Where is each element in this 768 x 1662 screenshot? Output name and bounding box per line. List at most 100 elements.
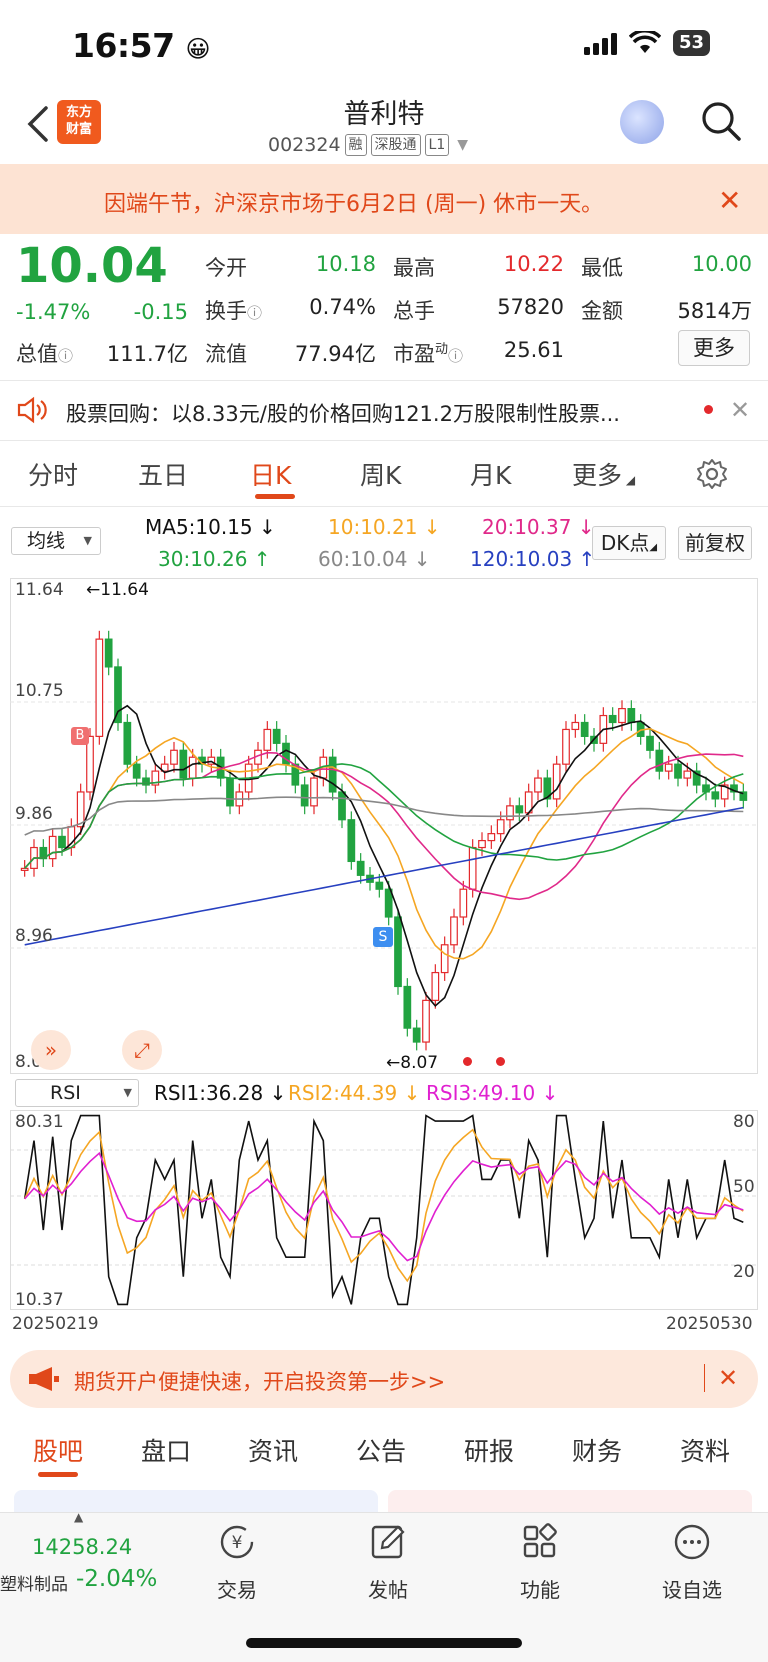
stock-code-row[interactable]: 002324 融 深股通 L1 ▼ bbox=[268, 134, 468, 156]
info-icon[interactable]: ⓘ bbox=[247, 304, 262, 322]
rsi-chart[interactable] bbox=[10, 1110, 758, 1310]
candle-body bbox=[20, 867, 29, 871]
axis-upper-mid-label: 10.75 bbox=[15, 681, 64, 701]
active-tab-indicator bbox=[38, 1472, 78, 1477]
tab-news[interactable]: 资讯 bbox=[248, 1432, 298, 1468]
candle-body bbox=[403, 985, 412, 1029]
ma30-value: 30:10.26 ↑ bbox=[158, 547, 271, 571]
market-cap-label: 总值ⓘ bbox=[16, 342, 74, 366]
ma60-value: 60:10.04 ↓ bbox=[318, 547, 431, 571]
tab-intraday[interactable]: 分时 bbox=[28, 456, 78, 492]
tab-monthly-k[interactable]: 月K bbox=[470, 456, 511, 492]
sell-signal-badge[interactable]: S bbox=[373, 927, 393, 947]
more-dots-icon[interactable] bbox=[672, 1522, 712, 1562]
candle-body bbox=[170, 749, 178, 765]
candle-body bbox=[487, 833, 496, 842]
indicator-selector[interactable]: 均线 ▼ bbox=[11, 527, 101, 555]
stock-code: 002324 bbox=[268, 134, 341, 156]
candle-body bbox=[506, 805, 514, 821]
tab-finance[interactable]: 财务 bbox=[572, 1432, 622, 1468]
tab-five-day[interactable]: 五日 bbox=[138, 456, 188, 492]
candle-body bbox=[422, 999, 430, 1043]
tab-weekly-k[interactable]: 周K bbox=[360, 456, 401, 492]
close-icon[interactable]: ✕ bbox=[718, 1364, 738, 1392]
rsi-axis-top: 80.31 bbox=[15, 1112, 64, 1132]
tab-announcements[interactable]: 公告 bbox=[356, 1432, 406, 1468]
info-icon[interactable]: ⓘ bbox=[58, 347, 73, 365]
dock-add-watchlist[interactable]: 设自选 bbox=[642, 1574, 742, 1603]
tag-connect: 深股通 bbox=[370, 134, 421, 156]
ma60-line bbox=[24, 796, 744, 836]
candle-body bbox=[655, 749, 664, 772]
dock-trade[interactable]: 交易 bbox=[187, 1574, 287, 1603]
high-label: 最高 bbox=[393, 256, 435, 280]
index-change[interactable]: -2.04% bbox=[76, 1566, 157, 1592]
tab-profile[interactable]: 资料 bbox=[680, 1432, 730, 1468]
candle-body bbox=[375, 881, 384, 890]
candle-body bbox=[356, 860, 365, 876]
trade-icon[interactable]: ¥ bbox=[217, 1522, 257, 1562]
index-value[interactable]: 14258.24 bbox=[32, 1535, 132, 1559]
candle-body bbox=[394, 916, 402, 988]
tab-daily-k[interactable]: 日K bbox=[250, 456, 291, 492]
tag-level: L1 bbox=[424, 134, 450, 156]
gear-icon[interactable] bbox=[696, 458, 728, 490]
candle-body bbox=[86, 735, 94, 793]
megaphone-icon bbox=[29, 1367, 59, 1391]
close-icon[interactable]: ✕ bbox=[718, 184, 741, 217]
tab-guba[interactable]: 股吧 bbox=[33, 1432, 83, 1468]
ma120-value: 120:10.03 ↑ bbox=[470, 547, 596, 571]
card-preview-right[interactable] bbox=[388, 1490, 752, 1512]
tab-more[interactable]: 更多 ◢ bbox=[572, 456, 635, 492]
assistant-robot-icon[interactable] bbox=[620, 100, 664, 144]
features-grid-icon[interactable] bbox=[520, 1522, 560, 1562]
volume-value: 57820 bbox=[497, 295, 564, 319]
axis-mid-label: 9.86 bbox=[15, 804, 53, 824]
cellular-signal-icon bbox=[583, 31, 617, 55]
futures-promo-text[interactable]: 期货开户便捷快速，开启投资第一步>> bbox=[74, 1366, 445, 1396]
low-label: 最低 bbox=[581, 256, 623, 280]
expand-left-icon[interactable]: » bbox=[31, 1030, 71, 1070]
close-icon[interactable]: ✕ bbox=[730, 396, 750, 424]
candle-body bbox=[478, 839, 486, 849]
candle-body bbox=[534, 777, 542, 793]
low-value: 10.00 bbox=[691, 252, 752, 276]
rsi-axis-80: 80 bbox=[733, 1112, 755, 1132]
candle-body bbox=[226, 777, 234, 807]
speaker-icon bbox=[17, 396, 47, 424]
index-name[interactable]: 塑料制品 bbox=[0, 1570, 68, 1595]
buy-signal-badge[interactable]: B bbox=[71, 727, 89, 745]
emoji-icon: 😀 bbox=[185, 35, 211, 63]
candle-body bbox=[580, 721, 589, 737]
post-icon[interactable] bbox=[368, 1522, 408, 1562]
fullscreen-icon[interactable]: ⤢ bbox=[122, 1030, 162, 1070]
float-cap-label: 流值 bbox=[205, 342, 247, 366]
float-cap-value: 77.94亿 bbox=[294, 342, 376, 366]
candle-body bbox=[104, 638, 113, 668]
ma120-line bbox=[24, 806, 744, 946]
kline-chart[interactable] bbox=[10, 578, 758, 1074]
price-adjust-button[interactable]: 前复权 bbox=[678, 526, 752, 560]
candle-body bbox=[272, 728, 281, 744]
card-preview-left[interactable] bbox=[14, 1490, 378, 1512]
high-value: 10.22 bbox=[503, 252, 564, 276]
dock-features[interactable]: 功能 bbox=[490, 1574, 590, 1603]
search-icon[interactable] bbox=[700, 100, 742, 142]
buyback-notice-text[interactable]: 股票回购：以8.33元/股的价格回购121.2万股限制性股票... bbox=[66, 398, 686, 428]
dock-post[interactable]: 发帖 bbox=[338, 1574, 438, 1603]
event-dot[interactable] bbox=[463, 1057, 472, 1066]
candle-body bbox=[132, 763, 141, 779]
candle-body bbox=[338, 791, 346, 821]
tab-pankou[interactable]: 盘口 bbox=[141, 1432, 191, 1468]
candle-body bbox=[571, 721, 580, 731]
caret-up-icon: ▲ bbox=[74, 1510, 84, 1524]
info-icon[interactable]: ⓘ bbox=[448, 347, 463, 365]
candle-body bbox=[496, 819, 505, 835]
wifi-icon bbox=[628, 31, 661, 53]
tab-research[interactable]: 研报 bbox=[464, 1432, 514, 1468]
more-button[interactable]: 更多 bbox=[678, 330, 750, 366]
dk-point-button[interactable]: DK点◢ bbox=[592, 526, 666, 560]
rsi-selector[interactable]: RSI ▼ bbox=[15, 1079, 139, 1107]
event-dot[interactable] bbox=[496, 1057, 505, 1066]
candle-body bbox=[674, 763, 682, 779]
